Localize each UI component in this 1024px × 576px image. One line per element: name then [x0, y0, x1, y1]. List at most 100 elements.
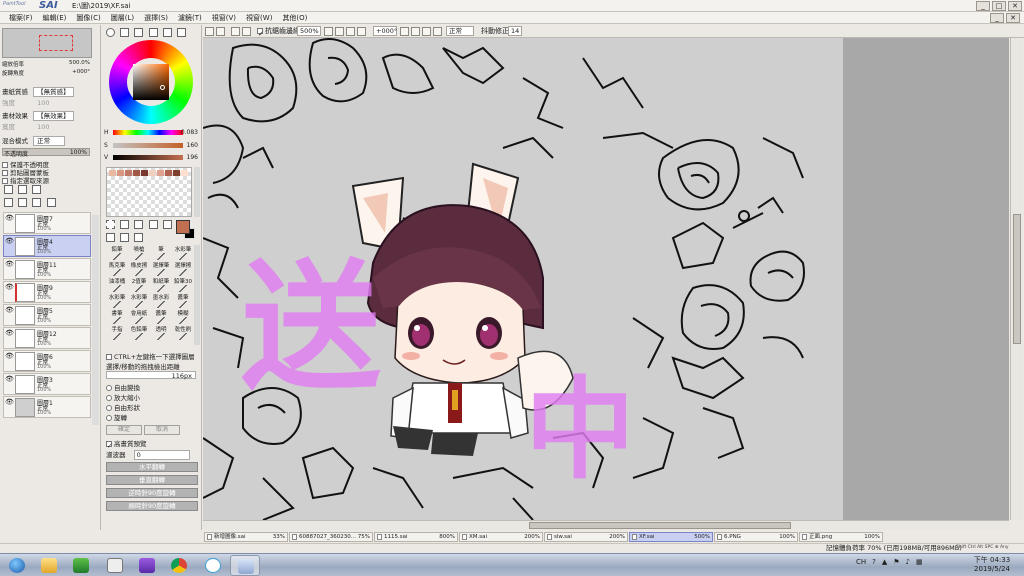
fit-view-icon[interactable] [357, 27, 366, 36]
scale-radio[interactable] [106, 395, 112, 401]
eyedropper-icon[interactable] [134, 233, 144, 242]
brush-tool[interactable]: 水彩筆 [128, 293, 150, 310]
brush-tool[interactable]: 選擇擦 [172, 261, 194, 278]
menu-window[interactable]: 視窗(W) [241, 12, 277, 23]
tray-arrow-icon[interactable]: ▲ [882, 558, 887, 566]
tray-network-icon[interactable]: ▦ [916, 558, 923, 566]
layer-item[interactable]: 👁 圖層5 正常 100% [3, 304, 91, 326]
eye-icon[interactable]: 👁 [5, 329, 14, 337]
layer-item[interactable]: 👁 圖層11 正常 100% [3, 258, 91, 280]
start-button[interactable] [2, 555, 32, 576]
brush-tool[interactable]: 2值筆 [128, 277, 150, 294]
rotate-reset-icon[interactable] [422, 27, 431, 36]
doc-tab[interactable]: 1115.sai 800% [374, 532, 458, 542]
toolbar-mode-select[interactable]: 正常 [446, 26, 474, 36]
doc-close-button[interactable]: ✕ [1006, 13, 1020, 23]
tray-speaker-icon[interactable]: ♪ [906, 558, 910, 566]
doc-minimize-button[interactable]: _ [990, 13, 1004, 23]
tray-question-icon[interactable]: ? [872, 558, 876, 566]
canvas-vertical-scrollbar[interactable] [1010, 38, 1023, 520]
taskbar-explorer[interactable] [34, 555, 64, 576]
canvas-artwork[interactable]: 送 中 [203, 38, 1009, 520]
rotate-cw-button[interactable]: 順時針90度旋轉 [106, 501, 198, 511]
flip-vertical-button[interactable]: 垂直翻轉 [106, 475, 198, 485]
scratchpad-icon[interactable] [177, 28, 187, 37]
menu-selection[interactable]: 選擇(S) [139, 12, 173, 23]
zoom-in-icon[interactable] [335, 27, 344, 36]
brush-tool[interactable]: 馬克筆 [106, 261, 128, 278]
paper-texture-select[interactable]: 【無質感】 [33, 87, 74, 97]
eye-icon[interactable]: 👁 [5, 398, 14, 406]
antialias-checkbox[interactable]: ✓ [257, 28, 264, 38]
filter-input[interactable]: 0 [133, 450, 190, 460]
navigator-preview[interactable] [2, 28, 92, 58]
flip-view-icon[interactable] [433, 27, 442, 36]
brush-tool[interactable]: 水彩筆 [106, 293, 128, 310]
layer-item[interactable]: 👁 圖層6 正常 100% [3, 350, 91, 372]
cancel-button[interactable]: 取消 [144, 425, 180, 435]
brush-tool[interactable]: 水彩筆 [172, 245, 194, 262]
magic-wand-icon[interactable] [134, 220, 144, 229]
rotate-radio[interactable] [106, 415, 112, 421]
zoom-reset-icon[interactable] [346, 27, 355, 36]
delete-layer-icon[interactable] [46, 198, 56, 207]
zoom-tool-icon[interactable] [162, 220, 172, 229]
eye-icon[interactable]: 👁 [5, 306, 14, 314]
color-swatch[interactable] [173, 170, 180, 176]
doc-tab[interactable]: XM.sai 200% [459, 532, 543, 542]
color-swatch[interactable] [165, 170, 172, 176]
rotate-left-icon[interactable] [400, 27, 409, 36]
eye-icon[interactable]: 👁 [5, 352, 14, 360]
merge-down-icon[interactable] [18, 198, 28, 207]
show-selection-icon[interactable] [242, 27, 251, 36]
eye-icon[interactable]: 👁 [5, 260, 14, 268]
selection-source-checkbox[interactable] [2, 178, 8, 184]
new-layer-icon[interactable] [4, 185, 13, 194]
menu-edit[interactable]: 編輯(E) [38, 12, 72, 23]
rotate-right-icon[interactable] [411, 27, 420, 36]
selection-tool-icon[interactable] [106, 220, 115, 229]
zoom-slider[interactable]: 縮放倍率 500.0% [2, 60, 92, 68]
menu-other[interactable]: 其他(O) [277, 12, 312, 23]
quality-preview-row[interactable]: ✓ 高畫質預覽 [106, 438, 147, 450]
color-swatch[interactable] [157, 170, 164, 176]
invert-selection-icon[interactable] [231, 27, 240, 36]
menu-canvas[interactable]: 圖像(C) [71, 12, 105, 23]
minimize-button[interactable]: _ [976, 1, 990, 11]
brush-tool[interactable]: 墨水彩 [150, 293, 172, 310]
color-wheel[interactable] [109, 40, 193, 124]
brush-tool[interactable]: 透明 [150, 325, 172, 342]
select-all-icon[interactable] [205, 27, 214, 36]
layer-item[interactable]: 👁 圖層9 正常 100% [3, 281, 91, 303]
taskbar-chrome[interactable] [164, 555, 194, 576]
rotate-tool-icon[interactable] [120, 233, 130, 242]
clock[interactable]: 下午 04:33 2019/5/24 [964, 556, 1020, 574]
saturation-value-square[interactable] [133, 64, 169, 100]
menu-filter[interactable]: 濾鏡(T) [173, 12, 207, 23]
toolbar-angle-value[interactable]: +000° [373, 26, 397, 36]
taskbar-app-w[interactable] [198, 555, 228, 576]
ctrl-select-checkbox[interactable] [106, 354, 112, 360]
swatch-icon[interactable] [162, 28, 172, 37]
brush-tool[interactable]: 鉛筆30 [172, 277, 194, 294]
deselect-icon[interactable] [216, 27, 225, 36]
brush-tool[interactable]: 醬筆 [172, 293, 194, 310]
saturation-bar[interactable] [113, 143, 183, 148]
taskbar-media-player[interactable] [132, 555, 162, 576]
flip-horizontal-button[interactable]: 水平翻轉 [106, 462, 198, 472]
brush-tool[interactable]: 色鉛筆 [128, 325, 150, 342]
brush-tool[interactable]: 選擇筆 [150, 261, 172, 278]
color-swatch[interactable] [117, 170, 124, 176]
toolbar-zoom-value[interactable]: 500% [297, 26, 321, 36]
free-shape-radio[interactable] [106, 405, 112, 411]
swatch-scrollbar[interactable] [194, 167, 200, 217]
hue-bar[interactable] [113, 130, 183, 135]
zoom-out-icon[interactable] [324, 27, 333, 36]
hand-tool-icon[interactable] [106, 233, 115, 242]
color-swatch[interactable] [133, 170, 140, 176]
canvas-horizontal-scrollbar[interactable] [203, 520, 1009, 530]
brush-tool[interactable]: 鉛筆 [106, 245, 128, 262]
color-swatch[interactable] [181, 170, 188, 176]
layer-item[interactable]: 👁 圖層3 正常 100% [3, 373, 91, 395]
doc-tab-active[interactable]: XF.sai 500% [629, 532, 713, 542]
